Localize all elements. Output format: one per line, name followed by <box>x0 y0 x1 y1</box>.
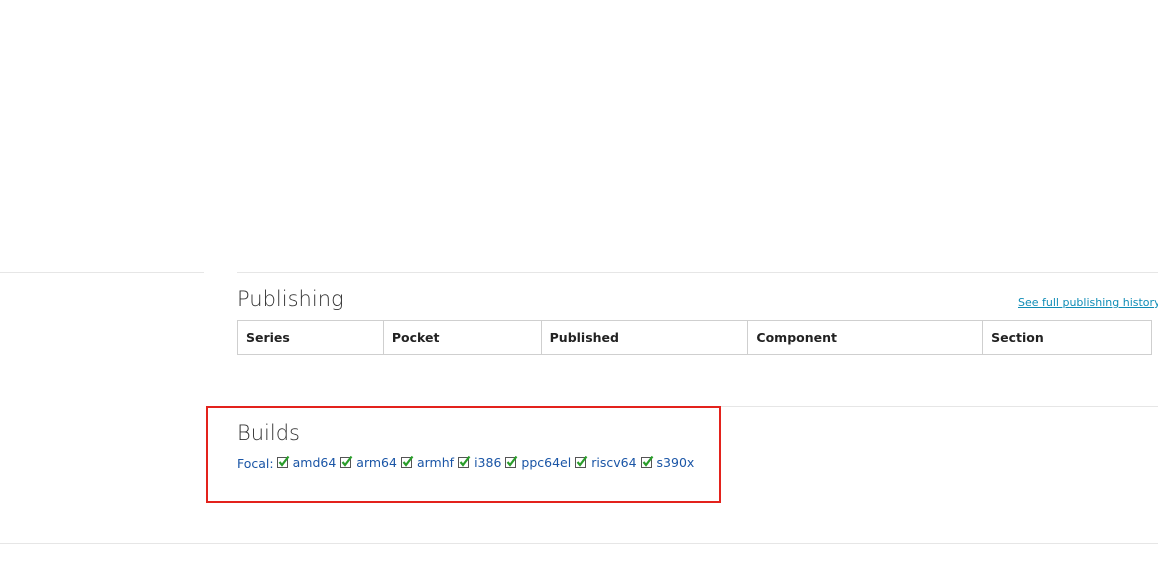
column-header-pocket: Pocket <box>382 320 542 355</box>
check-icon <box>458 455 471 468</box>
check-icon <box>400 455 414 468</box>
check-icon <box>575 455 588 468</box>
divider-main <box>237 272 1158 273</box>
publishing-table: Series Pocket Published Component Sectio… <box>237 320 1152 355</box>
build-item-ppc64el: ppc64el <box>505 453 573 473</box>
series-link-focal[interactable]: Focal: <box>237 454 274 474</box>
build-item-armhf: armhf <box>400 453 456 473</box>
build-item-riscv64: riscv64 <box>575 453 638 473</box>
divider-bottom <box>0 543 1158 544</box>
publishing-history-link[interactable]: See full publishing history <box>1018 296 1158 309</box>
column-header-section: Section <box>982 320 1152 355</box>
divider-left <box>0 272 204 273</box>
table-header-row: Series Pocket Published Component Sectio… <box>237 320 1152 355</box>
publishing-heading: Publishing <box>237 287 344 311</box>
build-link-i386[interactable]: i386 <box>474 453 501 473</box>
build-item-i386: i386 <box>458 453 503 473</box>
check-icon <box>276 455 289 468</box>
column-header-component: Component <box>747 320 984 355</box>
build-link-arm64[interactable]: arm64 <box>356 453 397 473</box>
page: Publishing See full publishing history S… <box>0 0 1158 574</box>
build-link-amd64[interactable]: amd64 <box>293 453 337 473</box>
build-link-ppc64el[interactable]: ppc64el <box>521 453 571 473</box>
check-icon <box>505 455 518 468</box>
check-icon <box>640 455 653 468</box>
build-item-s390x: s390x <box>640 453 697 473</box>
builds-heading: Builds <box>237 421 300 445</box>
build-link-s390x[interactable]: s390x <box>657 453 695 473</box>
builds-row: Focal: amd64 arm64 armhf i386 ppc64el riscv64… <box>237 453 698 476</box>
build-item-amd64: amd64 <box>276 453 339 473</box>
column-header-series: Series <box>237 320 384 355</box>
architecture-list: amd64 arm64 armhf i386 ppc64el riscv64 s390x <box>276 453 699 476</box>
build-link-armhf[interactable]: armhf <box>417 453 454 473</box>
column-header-published: Published <box>540 320 749 355</box>
build-item-arm64: arm64 <box>340 453 399 473</box>
check-icon <box>340 455 353 468</box>
build-link-riscv64[interactable]: riscv64 <box>591 453 636 473</box>
